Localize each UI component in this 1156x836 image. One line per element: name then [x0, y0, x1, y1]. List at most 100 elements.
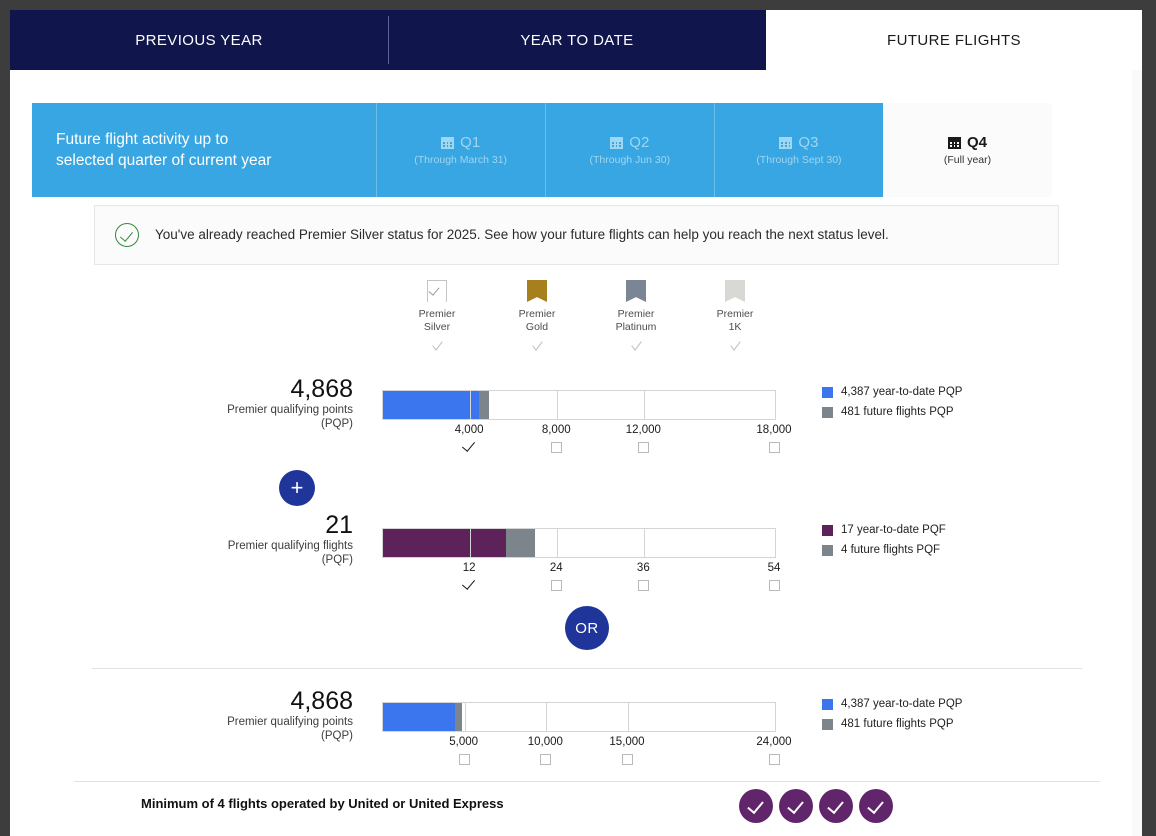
legend-label: 4,387 year-to-date PQP — [841, 386, 963, 398]
tab-previous-year[interactable]: PREVIOUS YEAR — [10, 10, 388, 70]
bar-segment-year-to-date — [383, 703, 455, 731]
tier-checkbox[interactable] — [622, 754, 633, 765]
tier-label: Premier 1K — [685, 308, 785, 333]
legend-label: 481 future flights PQP — [841, 718, 954, 730]
axis-tick-label: 36 — [636, 562, 650, 574]
chevron-down-icon[interactable] — [531, 337, 543, 351]
tier-checkbox[interactable] — [769, 442, 780, 453]
tier-label: Premier Gold — [487, 308, 587, 333]
metric-caption-line2: (PQP) — [321, 730, 353, 742]
calendar-icon — [441, 136, 455, 149]
tier-label: Premier Platinum — [586, 308, 686, 333]
gridline — [464, 703, 466, 731]
flight-credit-dot — [739, 789, 773, 823]
tier-checkbox[interactable] — [638, 580, 650, 591]
bar-segment-future — [454, 703, 463, 731]
flight-credit-dots — [739, 789, 893, 823]
quarter-tab-q1[interactable]: Q1 (Through March 31) — [375, 103, 545, 197]
quarter-selector-intro: Future flight activity up to selected qua… — [32, 103, 376, 197]
legend-item: 4 future flights PQF — [822, 544, 946, 556]
quarter-tab-q2[interactable]: Q2 (Through Jun 30) — [544, 103, 714, 197]
tier-label-line2: Platinum — [615, 320, 657, 333]
gridline — [644, 529, 646, 557]
ribbon-icon — [427, 280, 447, 302]
legend-swatch — [822, 698, 833, 710]
tier-label-line1: Premier — [617, 308, 655, 320]
progress-track — [382, 528, 776, 558]
scrollbar[interactable] — [1132, 70, 1142, 836]
tab-future-flights[interactable]: FUTURE FLIGHTS — [766, 10, 1142, 70]
legend-item: 481 future flights PQP — [822, 718, 962, 730]
quarter-tab-q3[interactable]: Q3 (Through Sept 30) — [713, 103, 883, 197]
tier-label-line1: Premier — [716, 308, 754, 320]
chart-legend: 4,387 year-to-date PQP 481 future flights… — [822, 386, 962, 426]
chevron-down-icon[interactable] — [431, 337, 443, 351]
quarter-sublabel: (Through Sept 30) — [756, 154, 842, 166]
progress-track — [382, 390, 776, 420]
tier-checkbox[interactable] — [769, 580, 780, 591]
plus-icon: + — [290, 475, 304, 500]
add-button[interactable]: + — [279, 470, 315, 506]
bar-segment-year-to-date — [383, 529, 507, 557]
tier-marker-platinum[interactable]: Premier Platinum — [586, 280, 686, 351]
quarter-label: Q1 — [460, 134, 481, 151]
metric-caption-line2: (PQP) — [321, 418, 353, 430]
tier-marker-row: Premier Silver Premier Gold Premier Platinum P… — [382, 280, 786, 365]
quarter-sublabel: (Through Jun 30) — [589, 154, 671, 166]
tier-label-line2: Silver — [423, 320, 451, 333]
gridline — [557, 391, 559, 419]
metric-value: 21 — [325, 511, 353, 539]
quarter-label: Q4 — [967, 134, 988, 151]
metric-value-block: 4,868 Premier qualifying points (PQP) — [130, 375, 353, 431]
tier-checkbox[interactable] — [638, 442, 650, 453]
chevron-down-icon[interactable] — [630, 337, 642, 351]
metric-caption-line1: Premier qualifying points — [227, 404, 353, 416]
quarter-selector: Future flight activity up to selected qua… — [32, 103, 1053, 197]
status-notice-text: You've already reached Premier Silver st… — [155, 227, 889, 242]
axis-tick-label: 15,000 — [609, 736, 645, 748]
tier-checkbox-checked[interactable] — [462, 438, 476, 452]
legend-label: 17 year-to-date PQF — [841, 524, 946, 536]
quarter-tab-q4[interactable]: Q4 (Full year) — [882, 103, 1053, 197]
tier-checkbox[interactable] — [551, 442, 563, 453]
tier-marker-1k[interactable]: Premier 1K — [685, 280, 785, 351]
tab-year-to-date[interactable]: YEAR TO DATE — [388, 10, 766, 70]
tier-checkbox[interactable] — [458, 754, 470, 765]
tier-label-line2: Gold — [525, 320, 549, 333]
metric-caption-line1: Premier qualifying flights — [227, 540, 353, 552]
tier-checkbox-checked[interactable] — [462, 576, 476, 590]
tier-checkbox[interactable] — [540, 754, 552, 765]
legend-swatch — [822, 386, 833, 398]
window-chrome-left — [0, 0, 10, 836]
legend-item: 481 future flights PQP — [822, 406, 962, 418]
quarter-label: Q3 — [798, 134, 819, 151]
legend-label: 4 future flights PQF — [841, 544, 941, 556]
chevron-down-icon[interactable] — [729, 337, 741, 351]
quarter-label: Q2 — [629, 134, 650, 151]
legend-swatch — [822, 544, 833, 556]
gridline — [644, 391, 646, 419]
ribbon-icon — [527, 280, 547, 302]
legend-item: 4,387 year-to-date PQP — [822, 698, 962, 710]
tier-marker-silver[interactable]: Premier Silver — [387, 280, 487, 351]
status-notice: You've already reached Premier Silver st… — [94, 205, 1059, 265]
tier-checkbox[interactable] — [551, 580, 563, 591]
quarter-sublabel: (Full year) — [943, 154, 992, 166]
tab-bar: PREVIOUS YEAR YEAR TO DATE FUTURE FLIGHTS — [10, 10, 1142, 70]
axis-tick-label: 12,000 — [625, 424, 661, 436]
window-chrome-top — [0, 0, 1156, 10]
ribbon-icon — [725, 280, 745, 302]
section-divider — [92, 668, 1082, 669]
tier-checkbox[interactable] — [769, 754, 780, 765]
metric-caption-line1: Premier qualifying points — [227, 716, 353, 728]
legend-label: 4,387 year-to-date PQP — [841, 698, 963, 710]
tier-marker-gold[interactable]: Premier Gold — [487, 280, 587, 351]
axis-tick-label: 10,000 — [527, 736, 563, 748]
calendar-icon — [948, 136, 961, 149]
gridline — [546, 703, 548, 731]
main-panel: Future flight activity up to selected qua… — [10, 70, 1132, 836]
quarter-intro-line1: Future flight activity up to — [56, 131, 229, 148]
browser-window: PREVIOUS YEAR YEAR TO DATE FUTURE FLIGHTS … — [0, 0, 1156, 836]
tier-label-line1: Premier — [418, 308, 456, 320]
page-content: PREVIOUS YEAR YEAR TO DATE FUTURE FLIGHTS … — [10, 10, 1142, 836]
